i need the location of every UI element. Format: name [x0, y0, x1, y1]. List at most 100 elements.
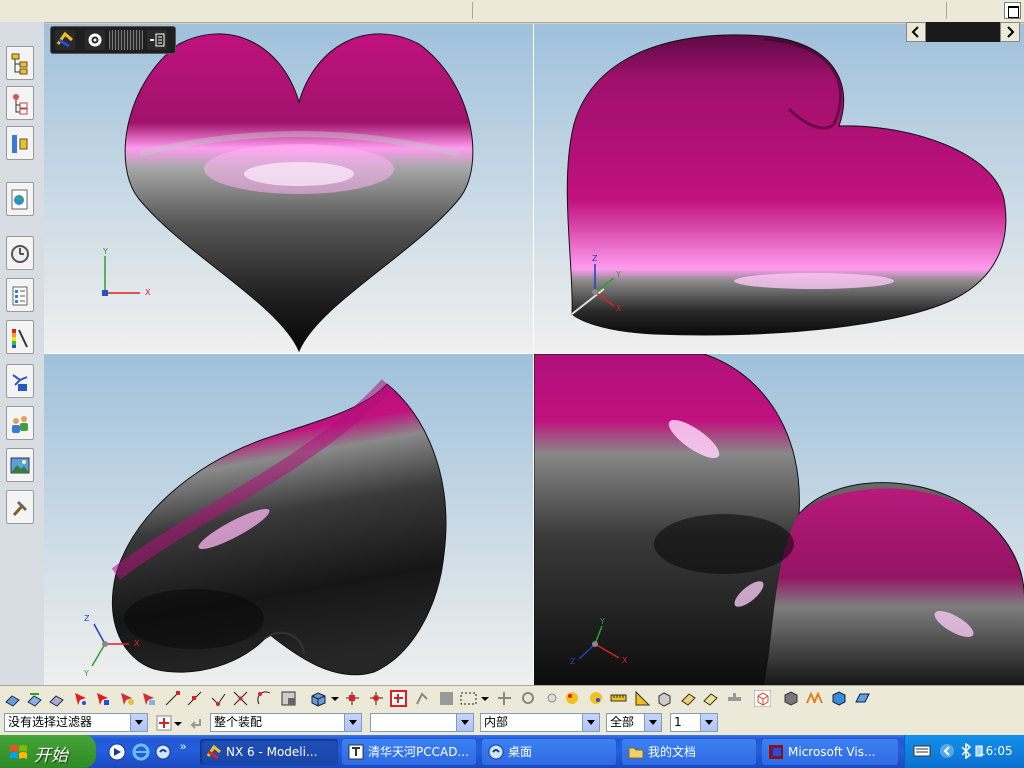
start-button[interactable]: 开始: [0, 735, 96, 768]
wireframe-cube-icon[interactable]: [754, 690, 771, 707]
viewport-top-left[interactable]: Y X: [44, 24, 533, 353]
axis-label-x: X: [145, 288, 151, 297]
taskbar-button-documents[interactable]: 我的文档: [622, 739, 756, 765]
blue-cube-icon[interactable]: [830, 690, 847, 707]
point-select-icon[interactable]: [72, 690, 89, 707]
system-scenes-button[interactable]: [6, 448, 34, 482]
process-studio-button[interactable]: [6, 364, 34, 398]
palette-button[interactable]: [6, 320, 34, 354]
viewport-bottom-left[interactable]: Z X Y: [44, 354, 533, 685]
internet-explorer-icon[interactable]: [132, 743, 150, 761]
taskbar-button-pccad[interactable]: 清华天河PCCAD...: [342, 739, 476, 765]
nx-logo-button[interactable]: [55, 30, 75, 50]
scroll-left-button[interactable]: [906, 22, 926, 42]
show-hide-icon[interactable]: [26, 690, 43, 707]
shaded-cube-icon[interactable]: [782, 690, 799, 707]
sphere-icon[interactable]: [564, 690, 581, 707]
bluetooth-icon[interactable]: [959, 743, 973, 759]
keyboard-icon[interactable]: [913, 744, 931, 758]
reuse-library-button[interactable]: [6, 278, 34, 312]
grey-box-icon[interactable]: [438, 690, 455, 707]
all-select[interactable]: 全部: [606, 713, 662, 732]
undo-arrow-icon[interactable]: [188, 715, 204, 731]
show-all-icon[interactable]: [4, 690, 21, 707]
assembly-navigator-button[interactable]: [6, 46, 34, 80]
pin-icon[interactable]: [726, 690, 743, 707]
snap-intersection-icon[interactable]: [232, 690, 249, 707]
crosshair-icon[interactable]: [520, 690, 537, 707]
bounded-grid-icon[interactable]: [414, 690, 431, 707]
hide-icon[interactable]: [48, 690, 65, 707]
eraser-icon[interactable]: [702, 690, 719, 707]
show-desktop-icon[interactable]: [154, 743, 172, 761]
resource-bar: [0, 22, 45, 685]
axis-label-x: X: [616, 304, 622, 313]
body-select-icon[interactable]: [118, 690, 135, 707]
viewport-top-right[interactable]: Z Y X: [534, 24, 1024, 353]
menu-button[interactable]: [147, 30, 167, 50]
tray-collapse-icon[interactable]: [939, 743, 955, 759]
tools-button[interactable]: [6, 490, 34, 524]
media-player-icon[interactable]: [108, 743, 126, 761]
roles-button[interactable]: [6, 406, 34, 440]
measure-body-icon[interactable]: [656, 690, 673, 707]
grid-toggle-button[interactable]: [109, 30, 143, 50]
chevron-down-icon[interactable]: [456, 714, 473, 731]
pccad-icon: [348, 744, 364, 760]
location-select[interactable]: 内部: [480, 713, 600, 732]
snap-endpoint-icon[interactable]: [164, 690, 181, 707]
taskbar-button-desktop[interactable]: 桌面: [482, 739, 616, 765]
web-browser-button[interactable]: [6, 182, 34, 216]
point-on-curve-icon[interactable]: [344, 690, 361, 707]
chevron-down-icon[interactable]: [130, 714, 147, 731]
layer-select[interactable]: [370, 713, 474, 732]
face-select-icon[interactable]: [140, 690, 157, 707]
quicklaunch-overflow-icon[interactable]: »: [180, 741, 186, 753]
restore-window-button[interactable]: [1004, 2, 1021, 19]
chevron-down-icon[interactable]: [644, 714, 661, 731]
part-navigator-button[interactable]: [6, 126, 34, 160]
view-orient-icon[interactable]: [310, 690, 327, 707]
chevron-down-icon[interactable]: [174, 715, 182, 731]
history-button[interactable]: [6, 236, 34, 270]
snap-quadrant-icon[interactable]: [280, 690, 297, 707]
taskbar-button-visio[interactable]: Microsoft Vis...: [762, 739, 898, 765]
viewport-divider: [533, 24, 534, 685]
measure-angle-icon[interactable]: [634, 690, 651, 707]
axis-label-y: Y: [600, 617, 605, 626]
landscape-icon: [10, 457, 30, 474]
snap-midpoint-icon[interactable]: [186, 690, 203, 707]
sphere-icon[interactable]: [588, 690, 605, 707]
assembly-scope-select[interactable]: 整个装配: [210, 713, 362, 732]
blue-face-icon[interactable]: [854, 690, 871, 707]
chevron-down-icon[interactable]: [344, 714, 361, 731]
number-select[interactable]: 1: [670, 713, 718, 732]
start-label: 开始: [34, 746, 68, 766]
scroll-right-button[interactable]: [1000, 22, 1020, 42]
selection-toolbar-icons: [0, 685, 1024, 712]
dashed-select-icon[interactable]: [460, 690, 477, 707]
ruler-icon[interactable]: [610, 690, 627, 707]
settings-button[interactable]: [85, 30, 105, 50]
chevron-down-icon[interactable]: [582, 714, 599, 731]
chevron-down-icon[interactable]: [480, 690, 497, 707]
constraint-navigator-button[interactable]: [6, 86, 34, 120]
web-browser-icon: [11, 189, 28, 210]
graphics-window[interactable]: Y X Z Y X Z X Y Z Y X: [44, 24, 1024, 685]
viewport-bottom-right[interactable]: Z Y X: [534, 354, 1024, 685]
eraser-icon[interactable]: [680, 690, 697, 707]
crosshair-icon[interactable]: [544, 690, 561, 707]
chevron-down-icon[interactable]: [700, 714, 717, 731]
snap-arc-center-icon[interactable]: [256, 690, 273, 707]
view-scroller: [906, 22, 1020, 42]
feature-select-icon[interactable]: [94, 690, 111, 707]
crosshair-icon[interactable]: [496, 690, 513, 707]
type-filter-select[interactable]: 没有选择过滤器: [4, 713, 148, 732]
taskbar-button-nx[interactable]: NX 6 - Modeli...: [200, 739, 338, 765]
snap-control-icon[interactable]: [210, 690, 227, 707]
point-on-face-icon[interactable]: [368, 690, 385, 707]
existing-point-icon[interactable]: [390, 690, 407, 707]
filter-options-icon[interactable]: [156, 715, 172, 731]
studio-icon[interactable]: [806, 690, 823, 707]
scroll-track[interactable]: [926, 22, 1000, 42]
